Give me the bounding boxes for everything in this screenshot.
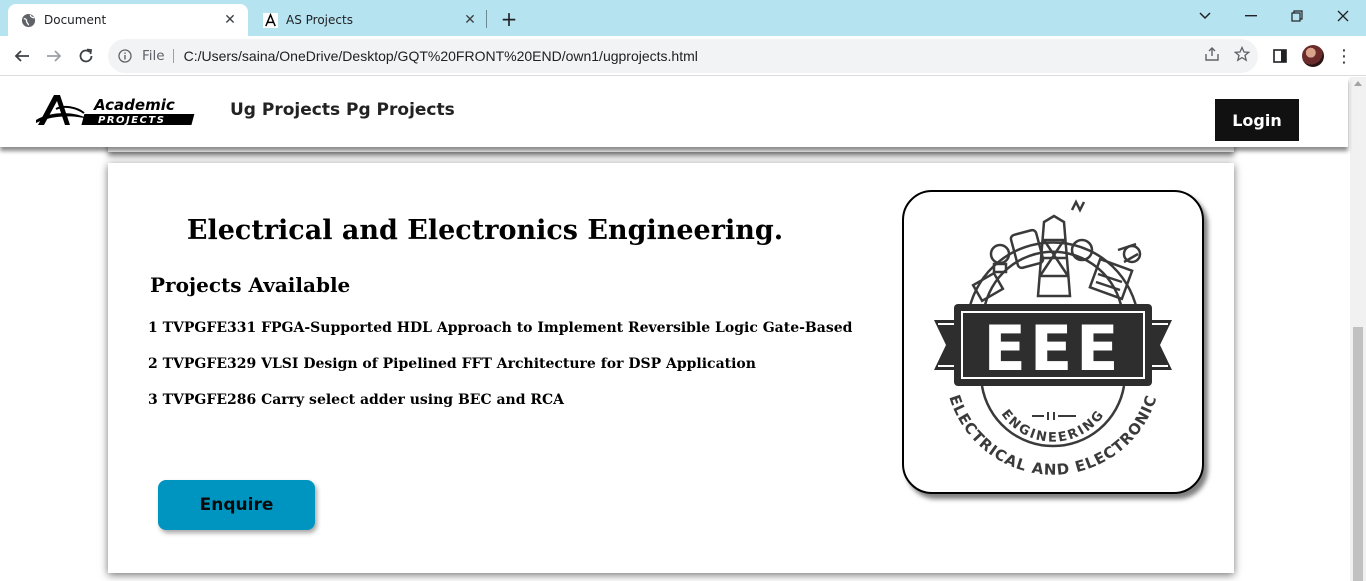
reload-icon[interactable] [70, 40, 102, 72]
new-tab-icon[interactable]: + [496, 6, 522, 32]
close-tab-icon[interactable]: ✕ [218, 8, 242, 32]
browser-tab-strip: Document ✕ AS Projects ✕ + [0, 0, 1366, 36]
url-text[interactable]: C:/Users/saina/OneDrive/Desktop/GQT%20FR… [184, 48, 698, 64]
address-bar[interactable]: File C:/Users/saina/OneDrive/Desktop/GQT… [108, 39, 1258, 73]
nav-ug-projects[interactable]: Ug Projects [230, 100, 340, 120]
restore-icon[interactable] [1274, 0, 1320, 32]
tab-title: Document [44, 13, 107, 27]
enquire-button[interactable]: Enquire [158, 480, 315, 530]
back-arrow-icon[interactable] [6, 40, 38, 72]
tab-as-projects[interactable]: AS Projects ✕ [250, 4, 488, 36]
tab-document[interactable]: Document ✕ [8, 4, 248, 36]
minimize-icon[interactable] [1228, 0, 1274, 32]
info-icon[interactable] [108, 49, 142, 63]
avatar[interactable] [1300, 40, 1326, 72]
projects-list: 1 TVPGFE331 FPGA-Supported HDL Approach … [148, 320, 852, 428]
department-title: Electrical and Electronics Engineering. [186, 215, 784, 246]
list-item: 2 TVPGFE329 VLSI Design of Pipelined FFT… [148, 356, 756, 372]
logo-text: Academic [93, 96, 175, 114]
close-tab-icon[interactable]: ✕ [458, 8, 482, 32]
tab-separator [486, 10, 487, 28]
close-window-icon[interactable] [1320, 0, 1366, 32]
browser-toolbar: File C:/Users/saina/OneDrive/Desktop/GQT… [0, 36, 1366, 76]
department-card: Electrical and Electronics Engineering. … [108, 163, 1234, 573]
page-scrollbar[interactable] [1350, 77, 1366, 581]
share-icon[interactable] [1204, 46, 1220, 66]
eee-logo-image: EEE ENGINEERING ELECTRICAL AND ELECTRONI… [902, 190, 1204, 494]
chevron-down-icon[interactable] [1182, 0, 1228, 32]
nav-pg-projects[interactable]: Pg Projects [346, 100, 455, 120]
logo-subtext: PROJECTS [98, 115, 165, 126]
forward-arrow-icon[interactable] [38, 40, 70, 72]
globe-icon [20, 12, 36, 28]
list-item: 3 TVPGFE286 Carry select adder using BEC… [148, 392, 565, 408]
projects-subheading: Projects Available [150, 273, 351, 297]
list-item: 1 TVPGFE331 FPGA-Supported HDL Approach … [148, 320, 853, 336]
scheme-label: File [142, 49, 174, 63]
scroll-up-arrow-icon[interactable] [1354, 81, 1362, 86]
scrollbar-thumb[interactable] [1353, 327, 1363, 581]
tab-title: AS Projects [286, 13, 353, 27]
badge-text: EEE [983, 312, 1122, 385]
page-viewport: Academic PROJECTS Ug Projects Pg Project… [0, 77, 1366, 581]
site-navbar: Academic PROJECTS Ug Projects Pg Project… [0, 77, 1348, 147]
side-panel-icon[interactable] [1266, 40, 1294, 72]
academic-projects-logo[interactable]: Academic PROJECTS [36, 93, 206, 127]
academic-logo-icon [262, 12, 278, 28]
login-button[interactable]: Login [1215, 99, 1299, 141]
star-bookmark-icon[interactable] [1233, 45, 1251, 66]
more-menu-icon[interactable]: ⋮ [1332, 40, 1356, 72]
